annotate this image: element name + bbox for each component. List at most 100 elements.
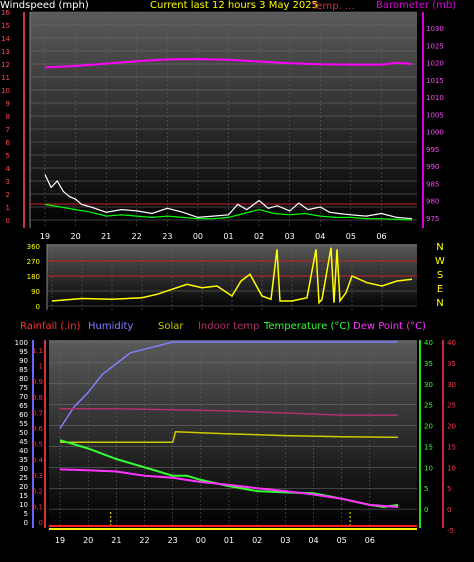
rainfall-tick-label: 0.8: [32, 394, 43, 402]
humidity-tick-label: 100: [15, 339, 28, 347]
windspeed-tick-label: 4: [6, 165, 11, 173]
hour-tick-label: 23: [168, 536, 178, 545]
temperature-tick-label: 20: [424, 423, 433, 431]
indoor-tick-label: 20: [447, 423, 456, 431]
hour-tick-label: 23: [162, 232, 172, 241]
humidity-tick-label: 10: [19, 501, 28, 509]
rainfall-tick-label: 0.5: [32, 441, 43, 449]
rainfall-label: Rainfall (.in): [20, 321, 81, 332]
hour-tick-label: 20: [70, 232, 80, 241]
temperature-tick-label: 30: [424, 381, 433, 389]
humidity-label: Humidity: [88, 321, 133, 332]
compass-label: S: [437, 270, 443, 281]
hour-tick-label: 21: [111, 536, 121, 545]
indoor-tick-label: 25: [447, 402, 456, 410]
hour-tick-label: 04: [315, 232, 325, 241]
wind-direction-chart: 090180270360 NWSEN: [27, 242, 445, 311]
windspeed-tick-label: 9: [6, 100, 10, 108]
indoor-tick-label: 5: [447, 485, 451, 493]
hour-tick-label: 05: [337, 536, 347, 545]
chart-title: Current last 12 hours 3 May 2025: [150, 0, 318, 11]
rainfall-tick-label: 0.6: [32, 425, 44, 433]
barometer-label: Barometer (mb): [376, 0, 456, 11]
windspeed-tick-label: 1: [6, 204, 10, 212]
humidity-tick-label: 65: [19, 402, 28, 410]
wind-barometer-chart: 012345678910111213141516 975980985990995…: [1, 9, 444, 241]
temperature-tick-label: 35: [424, 360, 433, 368]
rainfall-tick-label: 0: [39, 519, 43, 527]
rainfall-tick-label: 0.7: [32, 409, 43, 417]
rainfall-tick-label: 0.3: [32, 472, 43, 480]
humidity-tick-label: 45: [19, 438, 28, 446]
compass-label: E: [437, 284, 443, 295]
windspeed-tick-label: 15: [1, 22, 10, 30]
hour-tick-label: 19: [40, 232, 50, 241]
rainfall-tick-label: 0.1: [32, 503, 43, 511]
temperature-tick-label: 10: [424, 464, 433, 472]
windspeed-tick-label: 6: [6, 139, 11, 147]
humidity-tick-label: 25: [19, 474, 28, 482]
windspeed-tick-label: 14: [1, 35, 10, 43]
temperature-label: Temperature (°C): [263, 321, 350, 332]
hour-tick-label: 22: [132, 232, 142, 241]
compass-label: N: [436, 242, 443, 253]
indoor-tick-label: 40: [447, 339, 456, 347]
humidity-tick-label: 90: [19, 357, 28, 365]
rainfall-tick-label: 1.1: [32, 347, 43, 355]
indoor-tick-label: 0: [447, 506, 451, 514]
barometer-tick-label: 1015: [426, 77, 444, 85]
hour-tick-label: 01: [223, 232, 233, 241]
indoor-tick-label: 10: [447, 464, 456, 472]
humidity-tick-label: 15: [19, 492, 28, 500]
humidity-tick-label: 20: [19, 483, 28, 491]
rainfall-tick-label: 0.4: [32, 456, 44, 464]
windspeed-tick-label: 3: [6, 178, 10, 186]
windspeed-ticks: 012345678910111213141516: [1, 9, 10, 225]
temperature-tick-label: 15: [424, 443, 433, 451]
windspeed-tick-label: 13: [1, 48, 10, 56]
temp-hour-ticks: 19 20 21 22 23 00 01 02 03 04 05 06: [55, 536, 375, 545]
direction-tick-label: 0: [36, 303, 40, 311]
barometer-tick-label: 985: [426, 180, 439, 188]
barometer-tick-label: 1000: [426, 129, 444, 137]
humidity-tick-label: 5: [24, 510, 28, 518]
humidity-tick-label: 95: [19, 348, 28, 356]
direction-tick-label: 270: [27, 258, 40, 266]
windspeed-tick-label: 5: [6, 152, 10, 160]
barometer-ticks: 975 980 985 990 995 1000 1005 1010 1015 1020 1025 1…: [426, 25, 444, 223]
barometer-tick-label: 1030: [426, 25, 444, 33]
wind-plot-background: [30, 12, 417, 228]
dew-point-label: Dew Point (°C): [353, 321, 426, 332]
windspeed-tick-label: 11: [1, 74, 10, 82]
compass-labels: NWSEN: [435, 242, 445, 309]
humidity-tick-label: 0: [24, 519, 28, 527]
temperature-tick-label: 5: [424, 485, 428, 493]
humidity-tick-label: 35: [19, 456, 28, 464]
windspeed-tick-label: 10: [1, 87, 10, 95]
indoor-tick-label: 15: [447, 443, 456, 451]
humidity-tick-label: 75: [19, 384, 28, 392]
indoor-tick-label: 30: [447, 381, 456, 389]
wind-hour-ticks: 19 20 21 22 23 00 01 02 03 04 05 06: [40, 232, 387, 241]
windspeed-tick-label: 0: [6, 217, 10, 225]
humidity-tick-label: 55: [19, 420, 28, 428]
hour-tick-label: 03: [280, 536, 290, 545]
hour-tick-label: 04: [308, 536, 318, 545]
windspeed-tick-label: 7: [6, 126, 10, 134]
weather-graphs: 012345678910111213141516 975980985990995…: [0, 0, 456, 545]
direction-ticks: 0 90 180 270 360: [27, 243, 40, 311]
temp-humidity-chart: 0510152025303540455055606570758085909510…: [15, 339, 456, 545]
rainfall-tick-label: 0.9: [32, 378, 43, 386]
direction-tick-label: 180: [27, 273, 40, 281]
hour-tick-label: 05: [346, 232, 356, 241]
humidity-tick-label: 50: [19, 429, 28, 437]
windspeed-tick-label: 2: [6, 191, 10, 199]
indoor-temp-label: Indoor temp: [198, 321, 259, 332]
barometer-tick-label: 1010: [426, 94, 444, 102]
barometer-tick-label: 1025: [426, 42, 444, 50]
humidity-tick-label: 70: [19, 393, 28, 401]
direction-tick-label: 90: [31, 288, 40, 296]
barometer-tick-label: 1005: [426, 111, 444, 119]
temperature-tick-label: 40: [424, 339, 433, 347]
hour-tick-label: 22: [139, 536, 149, 545]
